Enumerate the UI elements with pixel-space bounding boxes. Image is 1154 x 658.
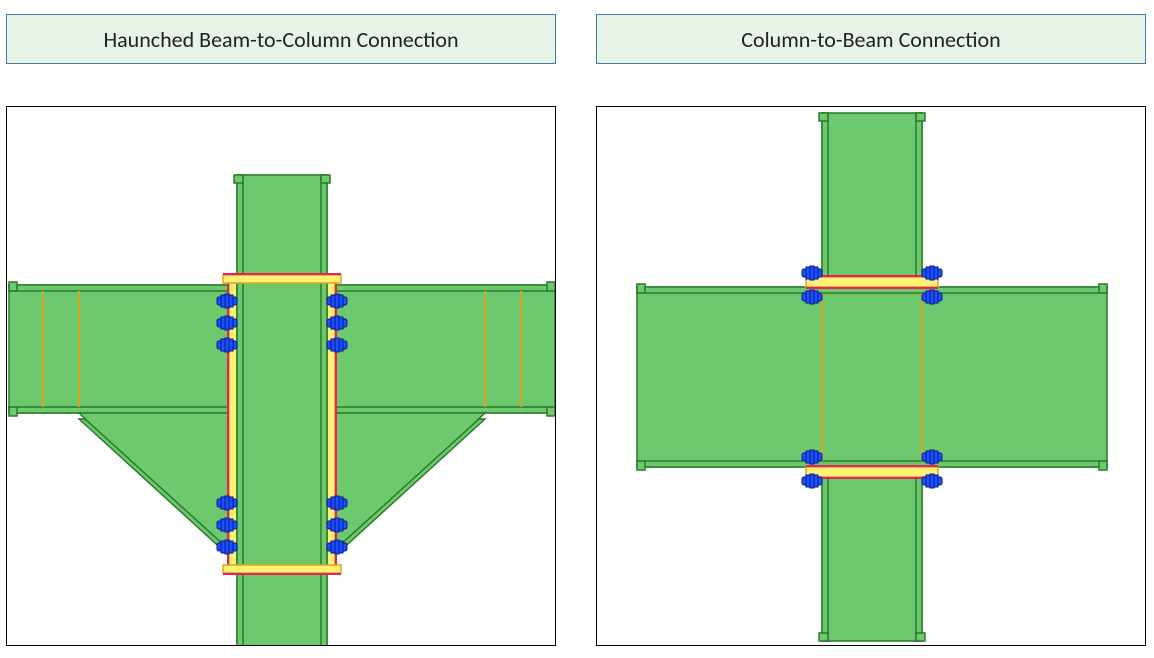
figure-left [6, 106, 556, 646]
title-right: Column-to-Beam Connection [596, 14, 1146, 64]
title-right-text: Column-to-Beam Connection [741, 26, 1000, 53]
figure-right [596, 106, 1146, 646]
column-beam-connection-svg [597, 107, 1146, 646]
haunched-connection-svg [7, 107, 556, 646]
title-left-text: Haunched Beam-to-Column Connection [103, 26, 458, 53]
title-left: Haunched Beam-to-Column Connection [6, 14, 556, 64]
